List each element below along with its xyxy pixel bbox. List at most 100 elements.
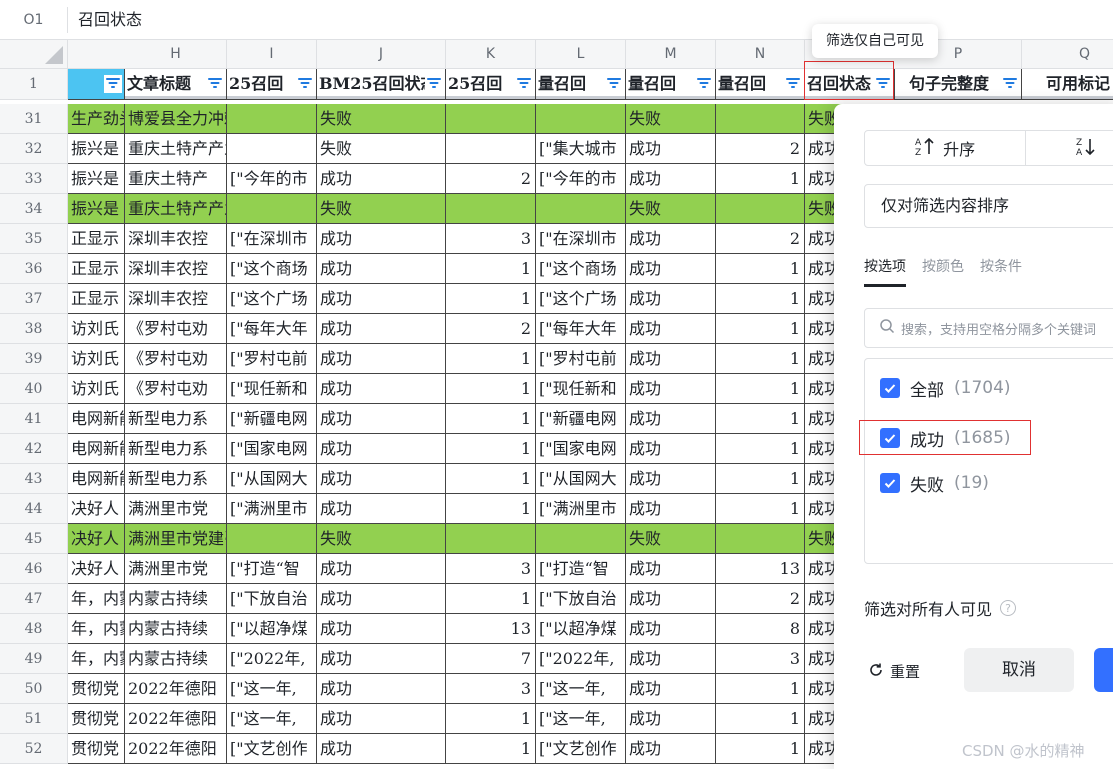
header-cell-g[interactable]: [68, 69, 125, 100]
table-cell[interactable]: 决好人: [68, 494, 125, 524]
table-cell[interactable]: 3: [446, 224, 536, 254]
table-cell[interactable]: ["今年的市: [227, 164, 317, 194]
table-cell[interactable]: ["在深圳市: [227, 224, 317, 254]
table-cell[interactable]: 深圳丰农控: [125, 284, 227, 314]
header-cell-o[interactable]: 召回状态: [805, 69, 895, 100]
column-letter-l[interactable]: L: [536, 40, 626, 69]
row-number[interactable]: 52: [0, 734, 68, 764]
row-number[interactable]: 31: [0, 104, 68, 134]
header-cell-k[interactable]: 25召回: [446, 69, 536, 100]
table-cell[interactable]: 新型电力系: [125, 464, 227, 494]
table-cell[interactable]: 1: [716, 434, 805, 464]
table-cell[interactable]: 成功: [317, 704, 446, 734]
table-cell[interactable]: ["这个广场: [227, 284, 317, 314]
row-number[interactable]: 47: [0, 584, 68, 614]
header-cell-l[interactable]: 量召回: [536, 69, 626, 100]
filter-icon[interactable]: [1001, 75, 1019, 93]
table-cell[interactable]: 失败: [317, 524, 446, 554]
table-cell[interactable]: 2022年德阳: [125, 734, 227, 764]
table-cell[interactable]: [536, 524, 626, 554]
table-cell[interactable]: ["国家电网: [536, 434, 626, 464]
table-cell[interactable]: 1: [446, 284, 536, 314]
tab-by-color[interactable]: 按颜色: [922, 256, 964, 288]
table-cell[interactable]: ["文艺创作: [536, 734, 626, 764]
table-cell[interactable]: 失败: [317, 104, 446, 134]
table-cell[interactable]: ["这个商场: [227, 254, 317, 284]
table-cell[interactable]: 1: [716, 254, 805, 284]
row-number[interactable]: 41: [0, 404, 68, 434]
column-letter-h[interactable]: H: [125, 40, 227, 69]
table-cell[interactable]: 2022年德阳: [125, 704, 227, 734]
table-cell[interactable]: 《罗村屯劝: [125, 314, 227, 344]
table-cell[interactable]: 访刘氏: [68, 314, 125, 344]
row-number[interactable]: 40: [0, 374, 68, 404]
row-number[interactable]: 49: [0, 644, 68, 674]
table-cell[interactable]: 电网新能: [68, 434, 125, 464]
row-number[interactable]: 35: [0, 224, 68, 254]
visible-to-all-toggle[interactable]: 筛选对所有人可见 ?: [864, 596, 1017, 620]
table-cell[interactable]: 失败: [317, 134, 446, 164]
select-all-corner[interactable]: [0, 40, 68, 69]
table-cell[interactable]: 1: [716, 284, 805, 314]
table-cell[interactable]: 《罗村屯劝: [125, 374, 227, 404]
header-cell-i[interactable]: 25召回: [227, 69, 317, 100]
table-cell[interactable]: 成功: [626, 434, 716, 464]
table-cell[interactable]: ["每年大年: [227, 314, 317, 344]
table-cell[interactable]: 成功: [317, 614, 446, 644]
option-fail[interactable]: 失败 (19): [880, 471, 989, 496]
table-cell[interactable]: 访刘氏: [68, 344, 125, 374]
table-cell[interactable]: 正显示: [68, 224, 125, 254]
header-cell-q[interactable]: 可用标记: [1022, 69, 1113, 100]
table-cell[interactable]: ["2022年,: [227, 644, 317, 674]
table-cell[interactable]: ["这个商场: [536, 254, 626, 284]
table-cell[interactable]: 失败: [626, 194, 716, 224]
table-cell[interactable]: 成功: [317, 164, 446, 194]
table-cell[interactable]: ["从国网大: [536, 464, 626, 494]
table-cell[interactable]: 1: [446, 704, 536, 734]
table-cell[interactable]: 成功: [317, 554, 446, 584]
table-cell[interactable]: ["打造“智: [536, 554, 626, 584]
table-cell[interactable]: ["这一年,: [227, 674, 317, 704]
table-cell[interactable]: 1: [716, 344, 805, 374]
table-cell[interactable]: ["这个广场: [536, 284, 626, 314]
table-cell[interactable]: 成功: [317, 494, 446, 524]
table-cell[interactable]: 成功: [626, 344, 716, 374]
filter-icon[interactable]: [296, 75, 314, 93]
filter-icon[interactable]: [425, 75, 443, 93]
table-cell[interactable]: 2: [446, 314, 536, 344]
table-cell[interactable]: ["这一年,: [227, 704, 317, 734]
row-number[interactable]: 39: [0, 344, 68, 374]
table-cell[interactable]: 成功: [626, 734, 716, 764]
filter-icon[interactable]: [515, 75, 533, 93]
column-letter-k[interactable]: K: [446, 40, 536, 69]
table-cell[interactable]: ["满洲里市: [536, 494, 626, 524]
checkbox-checked-icon[interactable]: [880, 473, 900, 493]
header-cell-p[interactable]: 句子完整度: [895, 69, 1022, 100]
table-cell[interactable]: ["以超净煤: [227, 614, 317, 644]
table-cell[interactable]: 成功: [317, 254, 446, 284]
table-cell[interactable]: 内蒙古持续: [125, 644, 227, 674]
table-cell[interactable]: 7: [446, 644, 536, 674]
table-cell[interactable]: 1: [446, 584, 536, 614]
table-cell[interactable]: ["新疆电网: [536, 404, 626, 434]
sort-descending-button[interactable]: ZA: [1026, 130, 1113, 166]
table-cell[interactable]: 满洲里市党建引领基层: [125, 524, 227, 554]
table-cell[interactable]: 1: [716, 494, 805, 524]
header-cell-h[interactable]: 文章标题: [125, 69, 227, 100]
table-cell[interactable]: 1: [716, 404, 805, 434]
table-cell[interactable]: ["这一年,: [536, 704, 626, 734]
table-cell[interactable]: [227, 524, 317, 554]
table-cell[interactable]: 成功: [626, 614, 716, 644]
table-cell[interactable]: ["今年的市: [536, 164, 626, 194]
table-cell[interactable]: 失败: [626, 524, 716, 554]
table-cell[interactable]: 访刘氏: [68, 374, 125, 404]
table-cell[interactable]: 成功: [626, 704, 716, 734]
row-number[interactable]: 38: [0, 314, 68, 344]
table-cell[interactable]: 振兴是: [68, 134, 125, 164]
row-number[interactable]: 34: [0, 194, 68, 224]
table-cell[interactable]: ["以超净煤: [536, 614, 626, 644]
table-cell[interactable]: [536, 194, 626, 224]
table-cell[interactable]: ["新疆电网: [227, 404, 317, 434]
tab-by-option[interactable]: 按选项: [864, 256, 906, 287]
table-cell[interactable]: 成功: [626, 254, 716, 284]
